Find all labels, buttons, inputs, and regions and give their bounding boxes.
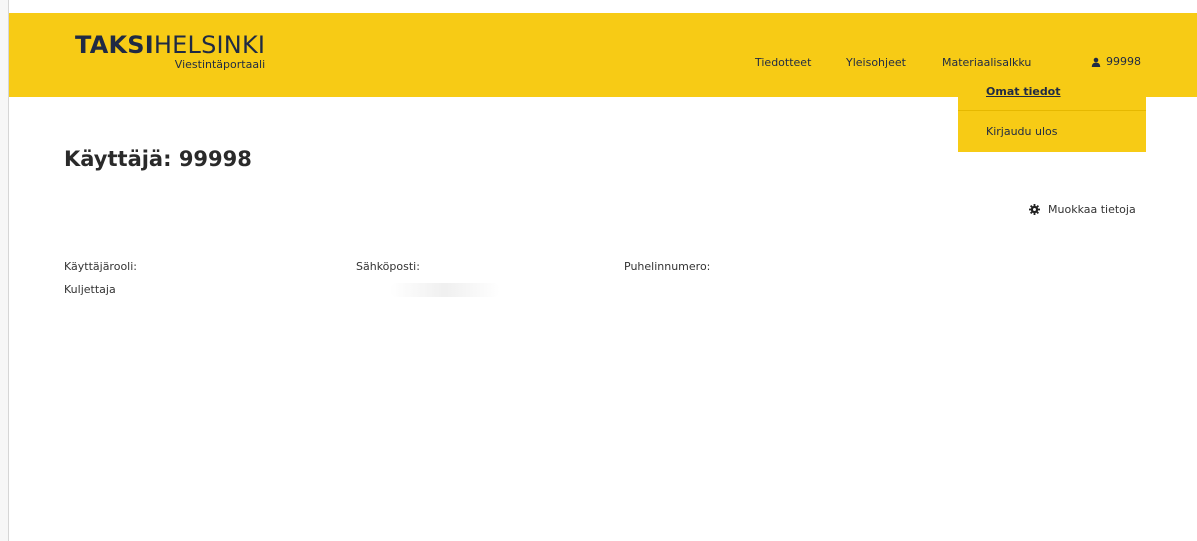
user-icon — [1091, 57, 1101, 67]
menu-divider — [958, 110, 1146, 111]
window-left-edge — [0, 0, 9, 541]
user-menu-toggle[interactable]: 99998 — [1091, 55, 1141, 68]
nav-item-yleisohjeet[interactable]: Yleisohjeet — [846, 56, 906, 69]
logo-subtitle: Viestintäportaali — [174, 58, 266, 71]
email-label: Sähköposti: — [356, 260, 420, 273]
site-logo[interactable]: TAKSIHELSINKI Viestintäportaali — [75, 33, 265, 70]
edit-profile-label: Muokkaa tietoja — [1048, 203, 1136, 216]
user-id-label: 99998 — [1106, 55, 1141, 68]
nav-item-materiaalisalkku[interactable]: Materiaalisalkku — [942, 56, 1031, 69]
role-label: Käyttäjärooli: — [64, 260, 137, 273]
phone-label: Puhelinnumero: — [624, 260, 711, 273]
redacted-email — [390, 283, 500, 297]
page-title: Käyttäjä: 99998 — [64, 147, 252, 171]
menu-item-omat-tiedot[interactable]: Omat tiedot — [986, 85, 1061, 98]
nav-item-tiedotteet[interactable]: Tiedotteet — [755, 56, 811, 69]
gear-icon — [1029, 204, 1040, 215]
menu-item-kirjaudu-ulos[interactable]: Kirjaudu ulos — [986, 125, 1058, 138]
logo-light-text: HELSINKI — [153, 31, 266, 59]
edit-profile-button[interactable]: Muokkaa tietoja — [1029, 203, 1136, 216]
logo-wordmark: TAKSIHELSINKI — [75, 33, 265, 57]
user-dropdown-menu: Omat tiedot Kirjaudu ulos — [958, 85, 1146, 152]
role-value: Kuljettaja — [64, 283, 116, 296]
logo-bold-text: TAKSI — [75, 31, 154, 59]
